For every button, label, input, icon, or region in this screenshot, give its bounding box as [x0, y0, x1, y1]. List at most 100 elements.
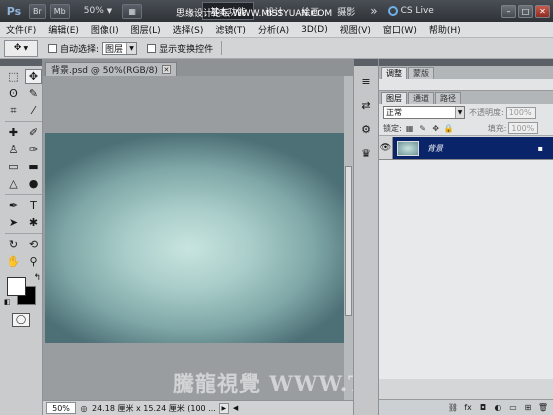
show-transform-box[interactable] — [147, 43, 157, 53]
tab-channels[interactable]: 通道 — [408, 92, 434, 104]
move-tool-icon: ✥ — [13, 43, 22, 53]
new-group-icon[interactable]: ▭ — [507, 402, 519, 414]
tool-presets-icon[interactable]: ⚙ — [357, 120, 375, 138]
healing-brush-tool-icon[interactable]: ✚ — [5, 125, 22, 140]
zoom-dropdown-icon[interactable]: ▼ — [107, 7, 112, 15]
lock-all-icon[interactable]: 🔒 — [444, 123, 454, 133]
blur-tool-icon[interactable]: △ — [5, 176, 22, 191]
history-panel-icon[interactable]: ≡ — [357, 72, 375, 90]
adjustment-layer-icon[interactable]: ◐ — [492, 402, 504, 414]
move-tool-icon[interactable]: ✥ — [25, 69, 42, 84]
lasso-tool-icon[interactable]: ʘ — [5, 86, 22, 101]
document-tab[interactable]: 背景.psd @ 50%(RGB/8) ✕ — [45, 62, 177, 76]
swap-colors-icon[interactable]: ↰ — [33, 273, 41, 283]
workspace-photography[interactable]: 摄影 — [330, 2, 362, 20]
menu-view[interactable]: 视图(V) — [334, 23, 377, 36]
layers-list-empty-area — [379, 159, 553, 379]
bridge-button[interactable]: Br — [29, 3, 46, 19]
clone-stamp-tool-icon[interactable]: ♙ — [5, 142, 22, 157]
adjustments-panel-icon[interactable]: ⇄ — [357, 96, 375, 114]
show-transform-checkbox[interactable]: 显示变换控件 — [147, 42, 213, 55]
menu-select[interactable]: 选择(S) — [167, 23, 210, 36]
crop-tool-icon[interactable]: ⌗ — [5, 103, 22, 118]
fill-label: 填充: — [487, 123, 507, 133]
close-button[interactable]: ✕ — [535, 4, 550, 18]
menu-edit[interactable]: 编辑(E) — [42, 23, 85, 36]
type-tool-icon[interactable]: T — [25, 198, 42, 213]
menu-filter[interactable]: 滤镜(T) — [209, 23, 252, 36]
panels-header[interactable] — [379, 59, 553, 66]
vertical-scrollbar[interactable] — [344, 76, 353, 400]
panel-dock-strip: ≡ ⇄ ⚙ ♛ — [353, 59, 379, 415]
quick-select-tool-icon[interactable]: ✎ — [25, 86, 42, 101]
more-workspaces-icon[interactable]: » — [370, 4, 377, 18]
status-info-icon[interactable]: ◎ — [79, 403, 89, 413]
dock-strip-header[interactable] — [354, 59, 378, 66]
menu-3d[interactable]: 3D(D) — [295, 25, 334, 35]
menu-help[interactable]: 帮助(H) — [423, 23, 467, 36]
brush-tool-icon[interactable]: ✐ — [25, 125, 42, 140]
tools-panel-header[interactable] — [0, 59, 42, 66]
layer-thumbnail — [397, 140, 419, 156]
dodge-tool-icon[interactable]: ● — [25, 176, 42, 191]
menu-image[interactable]: 图像(I) — [85, 23, 125, 36]
history-brush-tool-icon[interactable]: ✑ — [25, 142, 42, 157]
pen-tool-icon[interactable]: ✒ — [5, 198, 22, 213]
tab-layers[interactable]: 图层 — [381, 92, 407, 104]
eyedropper-tool-icon[interactable]: ⁄ — [25, 103, 42, 118]
eraser-tool-icon[interactable]: ▭ — [5, 159, 22, 174]
zoom-field[interactable]: 50% — [46, 402, 76, 414]
hand-tool-icon[interactable]: ✋ — [5, 254, 22, 269]
document-viewport[interactable] — [43, 76, 344, 400]
eye-icon[interactable]: 👁 — [379, 137, 393, 159]
arrange-documents-button[interactable]: ▦ — [122, 3, 143, 19]
menu-file[interactable]: 文件(F) — [0, 23, 42, 36]
clone-source-icon[interactable]: ♛ — [357, 144, 375, 162]
tab-adjustments[interactable]: 调整 — [381, 67, 407, 79]
minimize-button[interactable]: – — [501, 4, 516, 18]
menu-analysis[interactable]: 分析(A) — [252, 23, 295, 36]
cs-live-button[interactable]: CS Live — [387, 6, 434, 16]
zoom-tool-icon[interactable]: ⚲ — [25, 254, 42, 269]
lock-pixels-icon[interactable]: ✎ — [418, 123, 428, 133]
zoom-level[interactable]: 50% — [84, 6, 104, 16]
close-tab-icon[interactable]: ✕ — [161, 65, 171, 74]
3d-orbit-tool-icon[interactable]: ⟲ — [25, 237, 42, 252]
fill-field[interactable]: 100% — [508, 122, 539, 134]
right-panels: 调整 蒙版 图层 通道 路径 正常 ▼ 不透明度: 100% 锁定: ▦ ✎ ✥… — [379, 59, 553, 415]
scrollbar-thumb[interactable] — [345, 166, 352, 316]
new-layer-icon[interactable]: ⊞ — [522, 402, 534, 414]
tab-masks[interactable]: 蒙版 — [408, 67, 434, 79]
opacity-field[interactable]: 100% — [505, 106, 536, 119]
document-size: 24.18 厘米 x 15.24 厘米 (100 ... — [92, 403, 216, 413]
foreground-color-swatch[interactable] — [7, 277, 26, 296]
status-menu-icon[interactable]: ▶ — [218, 402, 229, 414]
gradient-tool-icon[interactable]: ▬ — [25, 159, 42, 174]
menu-window[interactable]: 窗口(W) — [377, 23, 423, 36]
layer-row[interactable]: 👁 背景 ▪ — [379, 137, 553, 159]
tab-paths[interactable]: 路径 — [435, 92, 461, 104]
delete-layer-icon[interactable]: 🗑 — [537, 402, 549, 414]
scroll-left-icon[interactable]: ◀ — [233, 404, 238, 412]
layers-footer: ⛓ fx ◘ ◐ ▭ ⊞ 🗑 — [379, 399, 553, 415]
lock-position-icon[interactable]: ✥ — [431, 123, 441, 133]
menu-layer[interactable]: 图层(L) — [125, 23, 167, 36]
lock-transparency-icon[interactable]: ▦ — [405, 123, 415, 133]
path-select-tool-icon[interactable]: ➤ — [5, 215, 22, 230]
quick-mask-button[interactable]: ◯ — [12, 313, 30, 327]
mini-bridge-button[interactable]: Mb — [49, 3, 70, 19]
default-colors-icon[interactable]: ◧ — [4, 298, 12, 306]
3d-rotate-tool-icon[interactable]: ↻ — [5, 237, 22, 252]
marquee-tool-icon[interactable]: ⬚ — [5, 69, 22, 84]
layer-style-icon[interactable]: fx — [462, 402, 474, 414]
auto-select-dropdown[interactable]: 图层 ▼ — [102, 41, 138, 55]
auto-select-box[interactable] — [48, 43, 57, 53]
maximize-button[interactable]: □ — [518, 4, 533, 18]
shape-tool-icon[interactable]: ✱ — [25, 215, 42, 230]
blend-mode-dropdown[interactable]: 正常 ▼ — [383, 106, 465, 119]
auto-select-checkbox[interactable]: 自动选择: — [48, 42, 99, 55]
add-mask-icon[interactable]: ◘ — [477, 402, 489, 414]
image-canvas[interactable] — [45, 133, 344, 343]
tool-preset-picker[interactable]: ✥ ▼ — [4, 39, 38, 57]
link-layers-icon[interactable]: ⛓ — [447, 402, 459, 414]
